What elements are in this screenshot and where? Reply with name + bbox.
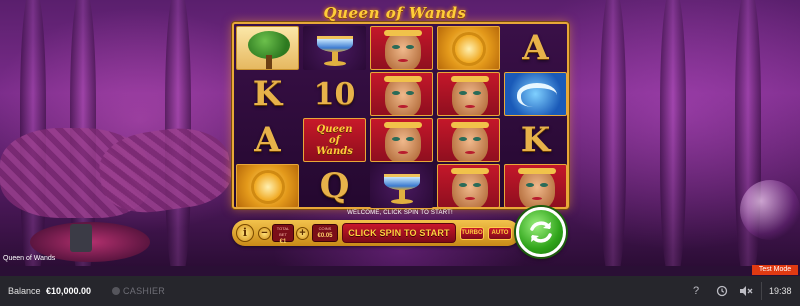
- curtain-fold: [600, 0, 626, 266]
- queen-face-icon: [519, 169, 555, 207]
- symbol-queen: [370, 26, 433, 70]
- history-icon[interactable]: [714, 284, 730, 298]
- symbol-queen: [437, 164, 500, 208]
- logo-symbol-line: of: [329, 134, 340, 146]
- cashier-icon: [112, 287, 120, 295]
- cashier-label: CASHIER: [123, 286, 166, 296]
- queen-face-icon: [452, 169, 488, 207]
- reel-2: 10 Queen of Wands Q: [303, 26, 366, 209]
- reel-1: K A: [236, 26, 299, 209]
- queen-face-icon: [452, 123, 488, 161]
- symbol-tree: [236, 26, 299, 70]
- reel-3: [370, 26, 433, 209]
- symbol-sun: [236, 164, 299, 208]
- wave-icon: [517, 83, 557, 107]
- queen-face-icon: [385, 31, 421, 69]
- curtain-fold: [660, 0, 686, 266]
- symbol-queen: [370, 118, 433, 162]
- spin-button[interactable]: [516, 207, 566, 257]
- sun-icon: [455, 35, 483, 63]
- sun-icon: [254, 173, 282, 201]
- game-title-label: Queen of Wands: [3, 255, 56, 262]
- coins-value: €0.05: [317, 233, 333, 239]
- help-icon[interactable]: ?: [690, 284, 702, 298]
- symbol-chalice: [303, 26, 366, 70]
- game-logo: Queen of Wands: [323, 4, 467, 22]
- symbol-queen: [370, 72, 433, 116]
- turbo-button[interactable]: TURBO: [460, 227, 484, 240]
- queen-face-icon: [452, 77, 488, 115]
- queen-face-icon: [385, 77, 421, 115]
- symbol-a: A: [522, 28, 549, 68]
- symbol-queen: [504, 164, 567, 208]
- divider: [761, 282, 762, 300]
- balance-value: €10,000.00: [46, 286, 92, 296]
- test-mode-badge: Test Mode: [752, 265, 798, 275]
- symbol-queen-of-wands-logo: Queen of Wands: [303, 118, 366, 162]
- logo-symbol-line: Wands: [316, 145, 353, 157]
- bet-increase-button[interactable]: +: [296, 227, 309, 240]
- symbol-10: 10: [313, 76, 356, 112]
- refresh-icon: [530, 221, 552, 243]
- sound-muted-icon[interactable]: [738, 284, 754, 298]
- chalice-icon: [317, 36, 353, 52]
- click-spin-to-start-button[interactable]: CLICK SPIN TO START: [342, 223, 456, 243]
- symbol-sun: [437, 26, 500, 70]
- coins-field: COINS €0.05: [312, 224, 338, 242]
- clock: 19:38: [769, 286, 792, 296]
- symbol-queen: [437, 72, 500, 116]
- reel-5: A K: [504, 26, 567, 209]
- reel-grid: K A 10 Queen of Wands Q A K: [232, 22, 569, 209]
- bet-decrease-button[interactable]: −: [258, 227, 271, 240]
- symbol-k: K: [520, 120, 551, 160]
- total-bet-label: TOTAL BET: [276, 226, 290, 237]
- symbol-k: K: [252, 74, 283, 114]
- cashier-button[interactable]: CASHIER: [112, 286, 165, 296]
- total-bet-field: TOTAL BET €1: [272, 224, 294, 245]
- coins-label: COINS: [318, 226, 332, 231]
- reel-4: [437, 26, 500, 209]
- total-bet-value: €1: [279, 239, 287, 245]
- logo-symbol-line: Queen: [316, 123, 353, 135]
- info-button[interactable]: i: [236, 224, 254, 242]
- symbol-wave: [504, 72, 567, 116]
- symbol-queen: [437, 118, 500, 162]
- symbol-chalice: [370, 164, 433, 208]
- auto-button[interactable]: AUTO: [488, 227, 512, 240]
- symbol-a: A: [254, 120, 281, 160]
- welcome-message: WELCOME, CLICK SPIN TO START!: [347, 210, 453, 216]
- symbol-q: Q: [319, 166, 350, 206]
- chalice-icon: [384, 174, 420, 190]
- balance-label: Balance: [8, 286, 41, 296]
- crystal-ball: [740, 180, 800, 240]
- background-cup: [70, 224, 92, 252]
- queen-face-icon: [385, 123, 421, 161]
